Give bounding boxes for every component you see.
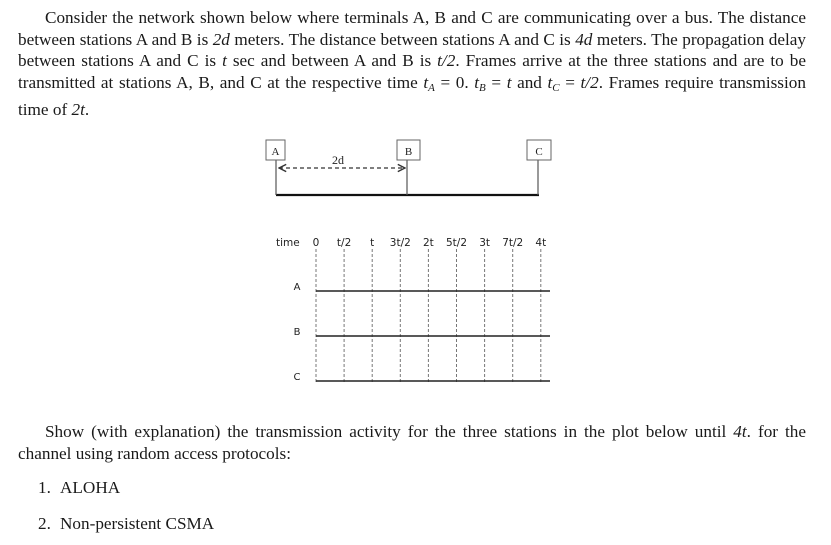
protocol-number: 2. (38, 514, 51, 533)
station-row-label: C (294, 372, 301, 383)
timeline-plot: time 0 t/2 t 3t/2 2t 5t/2 3t 7t/2 4t A B C (276, 237, 550, 384)
time-tick-label: 4t (535, 237, 546, 249)
station-row-label: B (294, 327, 301, 338)
protocol-item-aloha: 1. ALOHA (38, 477, 120, 499)
time-tick-label: 2t (423, 237, 434, 249)
time-axis-label: time (276, 237, 300, 249)
protocol-label: ALOHA (60, 478, 121, 497)
station-a-label: A (272, 146, 280, 158)
time-tick-label: t/2 (337, 237, 351, 249)
time-tick-label: 7t/2 (502, 237, 523, 249)
protocol-label: Non-persistent CSMA (60, 514, 215, 533)
time-tick-label: 0 (313, 237, 320, 249)
station-b-label: B (405, 146, 412, 158)
protocol-number: 1. (38, 478, 51, 497)
time-tick-label: t (370, 237, 374, 249)
time-tick-label: 5t/2 (446, 237, 467, 249)
time-tick-label: 3t/2 (390, 237, 411, 249)
text-run: Show (with explanation) the transmission… (45, 422, 734, 441)
protocol-item-csma: 2. Non-persistent CSMA (38, 513, 214, 535)
math-expression: 4t (733, 422, 747, 441)
distance-label: 2d (332, 153, 344, 167)
time-tick-label: 3t (479, 237, 490, 249)
network-diagram: A B C 2d (265, 139, 552, 197)
station-row-label: A (294, 282, 301, 293)
problem-paragraph-2: Show (with explanation) the transmission… (18, 421, 806, 464)
station-c-label: C (535, 146, 542, 158)
